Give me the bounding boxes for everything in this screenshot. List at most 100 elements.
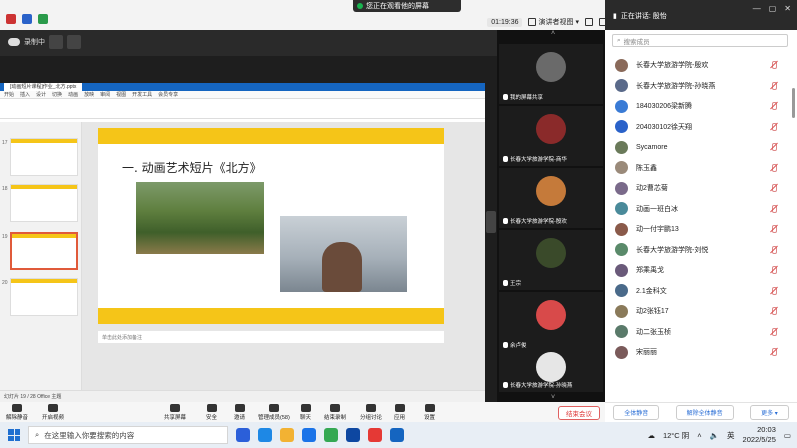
chevron-up-icon[interactable]: ˄ <box>547 30 559 38</box>
edge-icon[interactable] <box>258 428 272 442</box>
ime-indicator[interactable]: 英 <box>727 430 735 441</box>
start-video-button[interactable]: 开启视频 <box>42 404 64 421</box>
participant-row[interactable]: 动2张钰17 <box>605 301 797 322</box>
mute-all-button[interactable]: 全体静音 <box>613 405 660 420</box>
avatar <box>536 52 566 82</box>
slide-bottom-band <box>98 308 444 324</box>
menu-item[interactable]: 审阅 <box>100 91 110 98</box>
chrome-icon[interactable] <box>324 428 338 442</box>
end-meeting-button[interactable]: 结束会议 <box>558 406 600 420</box>
participant-row[interactable]: 动2曹芯菊 <box>605 178 797 199</box>
tencent-meeting-icon[interactable] <box>346 428 360 442</box>
menu-item[interactable]: 视图 <box>116 91 126 98</box>
signal-icon[interactable] <box>38 14 48 24</box>
unmute-button[interactable]: 解除静音 <box>6 404 28 421</box>
participant-row[interactable]: 郑乘禹戈 <box>605 260 797 281</box>
search-placeholder: 搜索成员 <box>623 38 650 46</box>
shield-icon[interactable] <box>22 14 32 24</box>
participant-row[interactable]: 宋丽丽 <box>605 342 797 363</box>
speaker-icon: ▮ <box>613 13 617 20</box>
more-button[interactable]: 更多 ▾ <box>750 405 789 420</box>
menu-item[interactable]: 切换 <box>52 91 62 98</box>
mic-muted-icon <box>770 163 777 172</box>
volume-icon[interactable]: 🔈 <box>710 431 719 440</box>
participant-row[interactable]: 204030102徐天翔 <box>605 117 797 138</box>
menu-item[interactable]: 动画 <box>68 91 78 98</box>
avatar <box>615 161 628 175</box>
participant-name: 动一付宇鹏13 <box>636 226 679 234</box>
video-tile[interactable]: 余卢俊 <box>499 292 603 352</box>
participant-row[interactable]: Sycamore <box>605 137 797 158</box>
notification-icon[interactable]: ▭ <box>784 431 791 440</box>
participant-row[interactable]: 动画一班白冰 <box>605 199 797 220</box>
taskbar-clock[interactable]: 20:03 2022/5/25 <box>743 425 776 445</box>
chat-button[interactable]: 聊天 <box>300 404 311 421</box>
member-search-input[interactable]: ⌕ 搜索成员 <box>612 34 788 47</box>
slide-thumbnail[interactable] <box>10 138 78 176</box>
avatar <box>536 300 566 330</box>
search-icon: ⌕ <box>35 430 40 439</box>
participant-row[interactable]: 长春大学旅游学院-刘悦 <box>605 240 797 261</box>
taskbar-search-input[interactable]: ⌕ 在这里输入你要搜索的内容 <box>28 426 228 444</box>
participant-row[interactable]: 陈玉鑫 <box>605 158 797 179</box>
windows-start-icon[interactable] <box>8 429 20 441</box>
participant-row[interactable]: 184030206梁新腾 <box>605 96 797 117</box>
participant-row[interactable]: 长春大学旅游学院-殷欢 <box>605 55 797 76</box>
menu-item[interactable]: 开发工具 <box>132 91 152 98</box>
video-tile-name: 长春大学旅游学院-商华 <box>510 157 567 163</box>
minimize-icon[interactable]: — <box>753 4 761 13</box>
menu-item[interactable]: 开始 <box>4 91 14 98</box>
word-icon[interactable] <box>390 428 404 442</box>
pause-recording-icon[interactable] <box>49 35 63 49</box>
breakout-icon <box>366 404 376 412</box>
slide-thumbnail-selected[interactable] <box>10 232 78 270</box>
video-tile[interactable]: 长春大学旅游学院-商华 <box>499 106 603 166</box>
scrollbar[interactable] <box>792 88 795 118</box>
task-view-icon[interactable] <box>236 428 250 442</box>
security-button[interactable]: 安全 <box>206 404 217 421</box>
chevron-up-icon[interactable]: ˄ <box>697 431 701 440</box>
invite-button[interactable]: 邀请 <box>234 404 245 421</box>
file-explorer-icon[interactable] <box>280 428 294 442</box>
chat-label: 聊天 <box>300 415 312 421</box>
participant-row[interactable]: 动一付宇鹏13 <box>605 219 797 240</box>
menu-item[interactable]: 会员专享 <box>158 91 178 98</box>
video-tile[interactable]: 长春大学旅游学院-孙晓燕 <box>499 348 603 392</box>
wps-icon[interactable] <box>368 428 382 442</box>
settings-button[interactable]: 设置 <box>424 404 435 421</box>
participant-row[interactable]: 长春大学旅游学院-孙晓燕 <box>605 76 797 97</box>
stop-recording-button[interactable]: 结束录制 <box>324 404 346 421</box>
meeting-app-icon[interactable] <box>302 428 316 442</box>
participant-name: 长春大学旅游学院-孙晓燕 <box>636 82 716 90</box>
notes-field[interactable]: 单击此处添加备注 <box>98 331 444 343</box>
video-tile[interactable]: 长春大学旅游学院-殷欢 <box>499 168 603 228</box>
panel-collapse-handle[interactable] <box>486 211 496 233</box>
manage-members-button[interactable]: 管理成员(58) <box>258 404 290 421</box>
share-icon <box>170 404 180 412</box>
video-tile[interactable]: 我的屏幕共享 <box>499 44 603 104</box>
maximize-icon[interactable]: ▢ <box>769 4 777 13</box>
participant-name: 动2曹芯菊 <box>636 185 668 193</box>
slide-thumbnail[interactable] <box>10 278 78 316</box>
menu-item[interactable]: 设计 <box>36 91 46 98</box>
menu-item[interactable]: 放映 <box>84 91 94 98</box>
participant-row[interactable]: 2.1金科文 <box>605 281 797 302</box>
chevron-down-icon[interactable]: ˅ <box>547 394 559 402</box>
mic-muted-icon <box>770 61 777 69</box>
layout-icon[interactable] <box>585 18 593 26</box>
close-icon[interactable]: ✕ <box>784 4 791 13</box>
stop-recording-icon[interactable] <box>67 35 81 49</box>
video-tile[interactable]: 王宗 <box>499 230 603 290</box>
menu-item[interactable]: 插入 <box>20 91 30 98</box>
doc-tab[interactable]: [动画短片课程]作业_北方.pptx <box>4 83 83 91</box>
slide-thumbnail[interactable] <box>10 184 78 222</box>
breakout-button[interactable]: 分组讨论 <box>360 404 382 421</box>
participant-row[interactable]: 动二张玉桢 <box>605 322 797 343</box>
unmute-all-button[interactable]: 解除全体静音 <box>675 405 734 420</box>
screen-share-banner[interactable]: 您正在观看他的屏幕 <box>353 0 461 12</box>
speaker-view-button[interactable]: 演讲者视图 ▾ <box>528 17 579 27</box>
apps-button[interactable]: 应用 <box>394 404 405 421</box>
share-screen-button[interactable]: 共享屏幕 <box>164 404 186 421</box>
avatar <box>536 352 566 382</box>
info-icon[interactable] <box>6 14 16 24</box>
